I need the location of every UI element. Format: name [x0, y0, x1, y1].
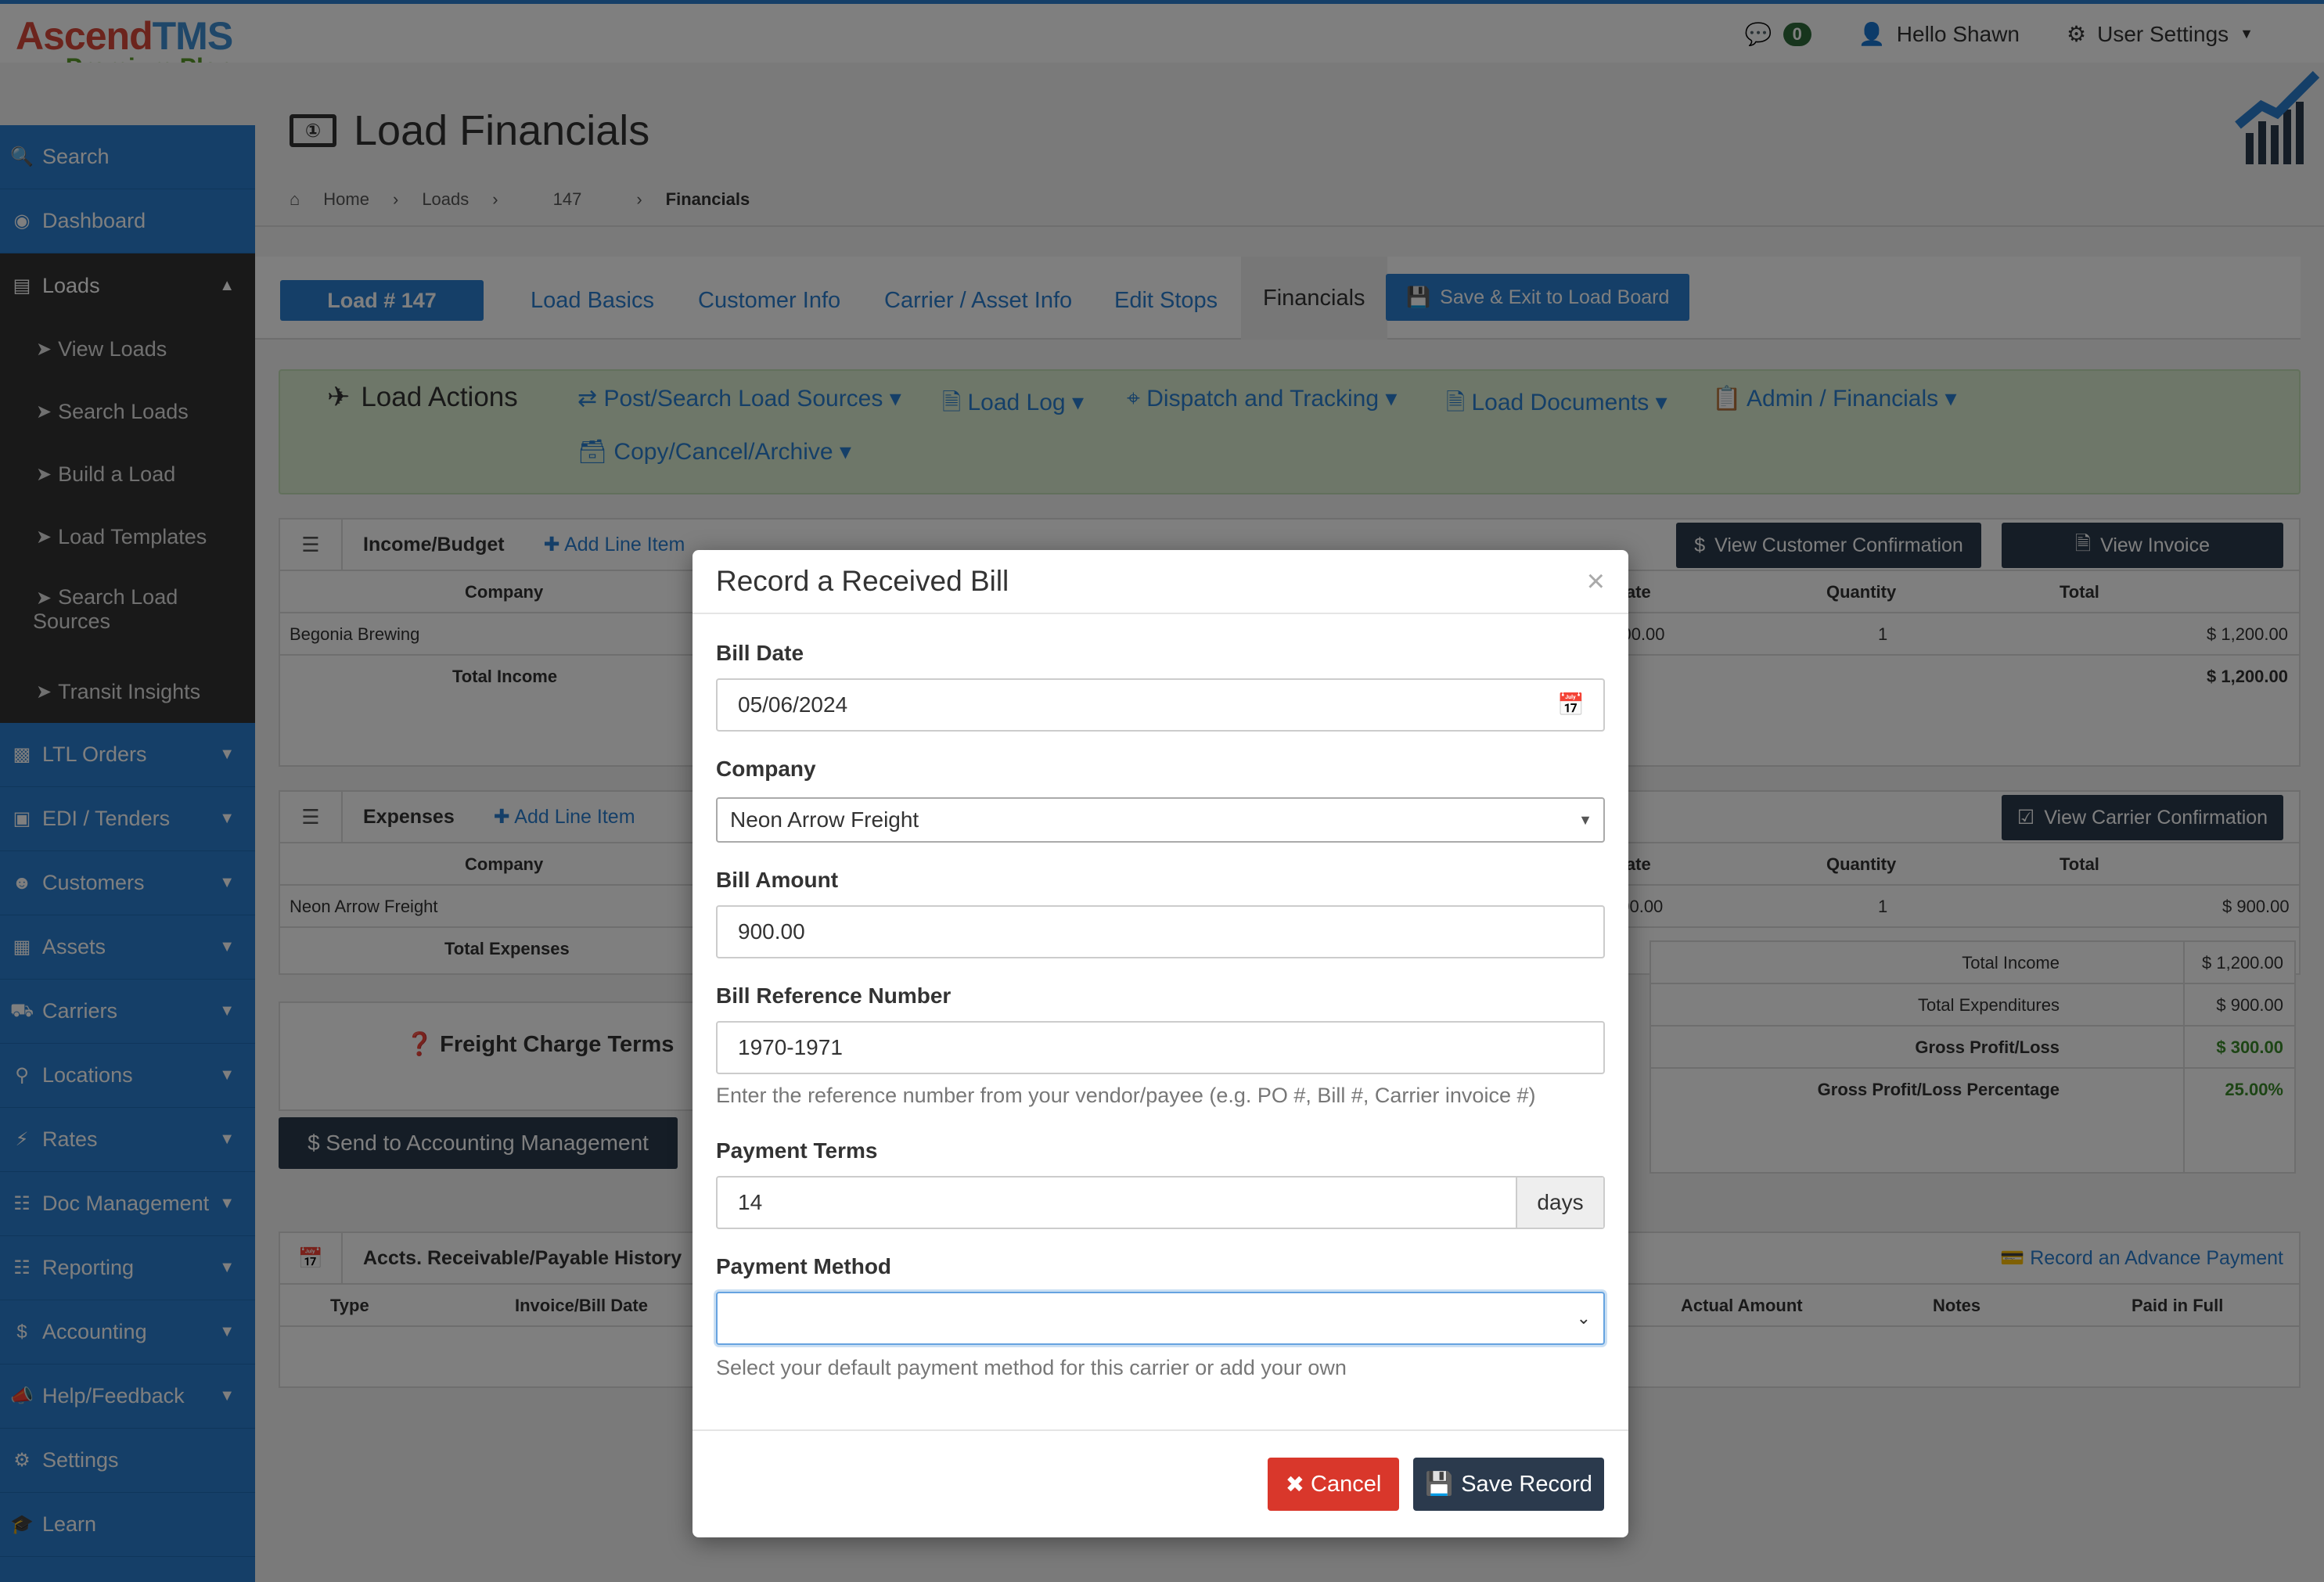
record-bill-modal: Record a Received Bill × Bill Date 05/06… [693, 550, 1628, 1537]
calendar-icon[interactable]: 📅 [1557, 680, 1585, 730]
bill-date-value: 05/06/2024 [738, 692, 848, 717]
bill-amount-label: Bill Amount [716, 868, 839, 892]
bill-date-input[interactable]: 05/06/2024 📅 [716, 678, 1605, 732]
cancel-label: Cancel [1311, 1471, 1382, 1497]
save-label: Save Record [1461, 1471, 1592, 1497]
payment-method-select[interactable]: ⌄ [716, 1292, 1605, 1345]
company-label: Company [716, 757, 816, 781]
payment-terms-value: 14 [738, 1190, 763, 1214]
close-icon: ✖ [1285, 1472, 1305, 1498]
cancel-button[interactable]: ✖ Cancel [1268, 1458, 1399, 1511]
payment-method-help: Select your default payment method for t… [716, 1356, 1347, 1379]
modal-title: Record a Received Bill [716, 565, 1009, 597]
payment-terms-unit: days [1516, 1178, 1603, 1228]
payment-terms-input[interactable]: 14 days [716, 1176, 1605, 1229]
save-record-button[interactable]: 💾 Save Record [1413, 1458, 1604, 1511]
bill-ref-input[interactable]: 1970-1971 [716, 1021, 1605, 1074]
bill-ref-label: Bill Reference Number [716, 983, 952, 1008]
company-select[interactable]: Neon Arrow Freight ▼ [716, 797, 1605, 843]
payment-terms-label: Payment Terms [716, 1138, 878, 1163]
caret-down-icon: ▼ [1578, 812, 1592, 828]
bill-date-label: Bill Date [716, 641, 804, 665]
payment-method-label: Payment Method [716, 1254, 892, 1278]
bill-amount-input[interactable]: 900.00 [716, 905, 1605, 958]
chevron-down-icon: ⌄ [1576, 1308, 1591, 1328]
close-icon[interactable]: × [1587, 564, 1605, 599]
bill-ref-help: Enter the reference number from your ven… [716, 1084, 1536, 1107]
company-value: Neon Arrow Freight [730, 807, 919, 832]
save-icon: 💾 [1425, 1472, 1454, 1497]
